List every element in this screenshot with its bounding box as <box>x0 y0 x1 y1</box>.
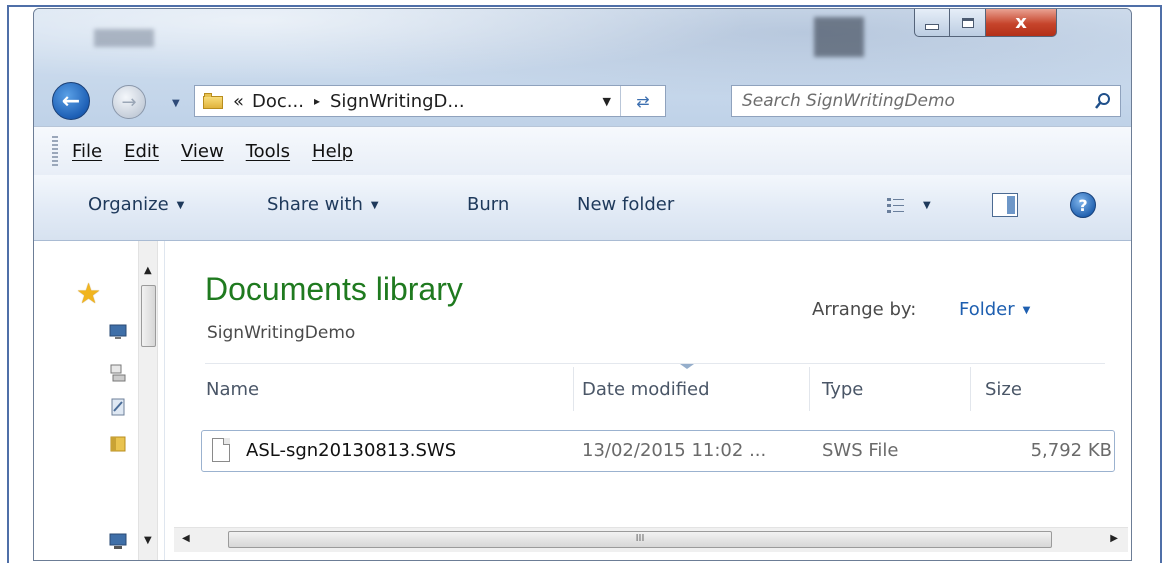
search-input[interactable]: Search SignWritingDemo <box>731 85 1121 117</box>
refresh-icon: ⇄ <box>636 91 650 111</box>
breadcrumb-signwritingdemo[interactable]: SignWritingD... <box>330 91 465 112</box>
new-folder-button[interactable]: New folder <box>577 194 674 215</box>
arrange-by-dropdown[interactable]: Folder ▼ <box>959 299 1030 320</box>
scroll-down-icon[interactable]: ▼ <box>144 535 152 546</box>
forward-arrow-icon: → <box>121 91 137 113</box>
folder-icon <box>203 93 223 109</box>
close-button[interactable]: x <box>986 9 1057 37</box>
column-header-size[interactable]: Size <box>985 379 1022 400</box>
recent-pages-dropdown[interactable]: ▼ <box>172 98 180 109</box>
screenshot-frame-left <box>7 5 9 563</box>
column-divider[interactable] <box>809 367 810 411</box>
column-header-type[interactable]: Type <box>822 379 863 400</box>
column-header-name[interactable]: Name <box>206 379 259 400</box>
address-dropdown-icon[interactable]: ▼ <box>603 95 611 108</box>
screenshot-frame-top <box>7 5 1162 7</box>
view-options-icon[interactable] <box>886 196 906 216</box>
library-subtitle: SignWritingDemo <box>207 323 356 343</box>
share-with-button[interactable]: Share with ▼ <box>267 194 379 215</box>
chevron-down-icon: ▼ <box>370 200 379 211</box>
menu-grip <box>52 136 58 166</box>
forward-button[interactable]: → <box>112 85 146 119</box>
view-dropdown-icon[interactable]: ▼ <box>923 200 931 211</box>
maximize-icon <box>961 17 974 28</box>
file-icon <box>212 438 230 462</box>
organize-button[interactable]: Organize ▼ <box>88 194 184 215</box>
screenshot-frame-right <box>1160 5 1162 563</box>
back-arrow-icon: ← <box>61 88 81 114</box>
file-date: 13/02/2015 11:02 ... <box>582 440 767 461</box>
refresh-button[interactable]: ⇄ <box>620 86 665 116</box>
scroll-up-icon[interactable]: ▲ <box>144 265 152 276</box>
menu-help[interactable]: Help <box>312 141 353 162</box>
file-row[interactable]: ASL-sgn20130813.SWS 13/02/2015 11:02 ...… <box>201 430 1115 472</box>
folder-icon[interactable] <box>108 433 128 453</box>
search-placeholder: Search SignWritingDemo <box>742 91 955 111</box>
horizontal-scroll-thumb[interactable]: III <box>228 531 1052 548</box>
menu-view[interactable]: View <box>181 141 224 162</box>
back-button[interactable]: ← <box>52 82 90 120</box>
chevron-down-icon: ▼ <box>176 200 185 211</box>
horizontal-scrollbar[interactable]: ◀ III ▶ <box>174 527 1128 552</box>
arrange-by-label: Arrange by: <box>812 299 917 320</box>
breadcrumb-documents[interactable]: Doc... <box>252 91 304 112</box>
file-name[interactable]: ASL-sgn20130813.SWS <box>246 440 456 461</box>
desktop-icon[interactable] <box>108 321 128 341</box>
star-icon[interactable]: ★ <box>76 277 101 310</box>
burn-button[interactable]: Burn <box>467 194 509 215</box>
navigation-pane: ★ ▲ ▼ <box>34 241 164 560</box>
background-blur <box>94 29 154 47</box>
nav-scrollbar[interactable]: ▲ ▼ <box>138 241 158 560</box>
minimize-button[interactable] <box>914 9 950 37</box>
breadcrumb-overflow[interactable]: « <box>233 91 244 112</box>
file-list-pane: Documents library SignWritingDemo Arrang… <box>165 241 1131 560</box>
column-divider[interactable] <box>970 367 971 411</box>
menu-tools[interactable]: Tools <box>246 141 290 162</box>
search-icon[interactable] <box>1094 92 1112 110</box>
organize-label: Organize <box>88 194 169 215</box>
explorer-window: x ← → ▼ « Doc... ▸ SignWritingD... ▼ ⇄ S… <box>33 8 1132 561</box>
chevron-down-icon: ▼ <box>1022 305 1031 316</box>
sort-indicator-icon <box>680 364 694 369</box>
address-bar[interactable]: « Doc... ▸ SignWritingD... ▼ ⇄ <box>194 85 666 117</box>
library-title: Documents library <box>205 271 463 307</box>
nav-scroll-thumb[interactable] <box>141 285 156 347</box>
share-with-label: Share with <box>267 194 363 215</box>
network-icon[interactable] <box>108 531 128 551</box>
menu-file[interactable]: File <box>72 141 102 162</box>
column-header-date[interactable]: Date modified <box>582 379 710 400</box>
maximize-button[interactable] <box>950 9 986 37</box>
command-bar: Organize ▼ Share with ▼ Burn New folder ▼ … <box>34 175 1131 241</box>
menu-edit[interactable]: Edit <box>124 141 159 162</box>
preview-pane-icon[interactable] <box>992 193 1018 217</box>
computer-icon[interactable] <box>108 363 128 383</box>
scroll-left-icon[interactable]: ◀ <box>182 533 190 544</box>
background-blur <box>814 17 864 57</box>
menu-bar: File Edit View Tools Help <box>34 126 1131 176</box>
arrange-by-value: Folder <box>959 299 1015 320</box>
caption-buttons: x <box>914 9 1057 42</box>
file-size: 5,792 KB <box>1030 440 1112 461</box>
document-icon[interactable] <box>108 397 128 417</box>
close-icon: x <box>1015 12 1027 33</box>
minimize-icon <box>925 23 939 30</box>
column-divider[interactable] <box>573 367 574 411</box>
scroll-right-icon[interactable]: ▶ <box>1110 533 1118 544</box>
file-type: SWS File <box>822 440 899 461</box>
header-divider <box>205 363 1105 364</box>
help-icon[interactable]: ? <box>1070 192 1096 218</box>
breadcrumb-separator[interactable]: ▸ <box>314 94 320 108</box>
